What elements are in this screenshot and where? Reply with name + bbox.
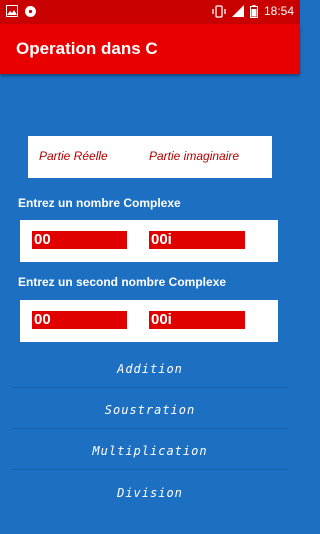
imaginary-part-label: Partie imaginaire (149, 149, 240, 163)
first-number-panel: 00 00i (20, 220, 278, 262)
signal-icon (231, 5, 244, 17)
first-imaginary-input[interactable]: 00i (149, 231, 245, 249)
cd-icon (24, 5, 37, 18)
multiplication-button[interactable]: Multiplication (12, 432, 288, 470)
first-number-label: Entrez un nombre Complexe (18, 196, 181, 210)
battery-icon (249, 4, 258, 18)
addition-button[interactable]: Addition (12, 350, 288, 388)
second-number-label: Entrez un second nombre Complexe (18, 275, 227, 289)
status-time: 18:54 (263, 4, 294, 18)
second-imaginary-input[interactable]: 00i (149, 311, 245, 329)
second-number-panel: 00 00i (20, 300, 278, 342)
column-header-panel: Partie Réelle Partie imaginaire (28, 136, 272, 178)
division-button[interactable]: Division (12, 474, 288, 512)
subtraction-button[interactable]: Soustration (12, 391, 288, 429)
status-right: 18:54 (212, 4, 294, 18)
first-real-input[interactable]: 00 (32, 231, 127, 249)
vibrate-icon (212, 4, 226, 18)
status-bar: 18:54 (0, 0, 300, 24)
status-left (6, 5, 37, 18)
app-bar: Operation dans C (0, 24, 300, 74)
second-real-input[interactable]: 00 (32, 311, 127, 329)
app-title: Operation dans C (16, 39, 158, 58)
real-part-label: Partie Réelle (39, 149, 108, 163)
image-icon (6, 5, 18, 18)
